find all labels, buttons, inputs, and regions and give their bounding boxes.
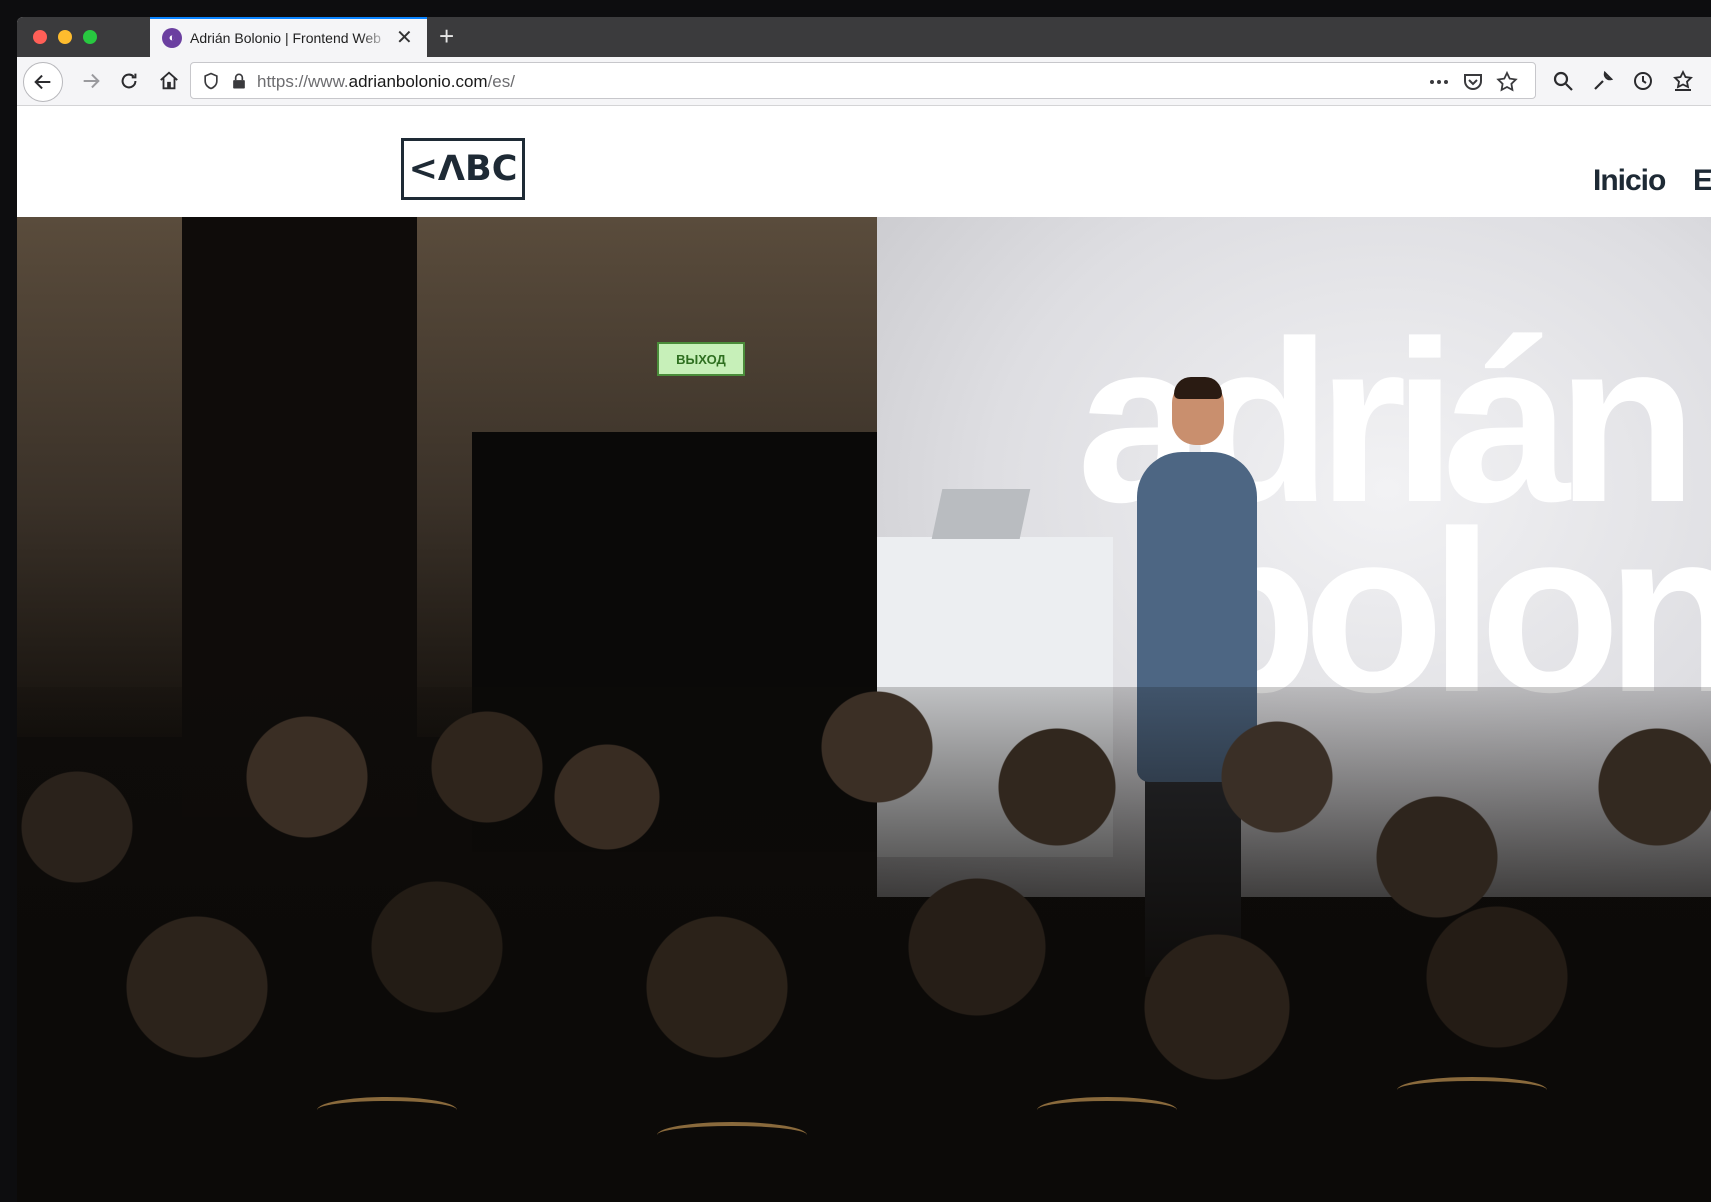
minimize-window-button[interactable] <box>58 30 72 44</box>
tab-active[interactable]: ◐ Adrián Bolonio | Frontend Web ✕ <box>150 17 427 57</box>
url-prefix: https://www. <box>257 72 349 91</box>
audience-seat <box>317 1097 457 1123</box>
tab-strip: ◐ Adrián Bolonio | Frontend Web ✕ + <box>17 17 1711 57</box>
audience-seat <box>1037 1097 1177 1123</box>
maximize-window-button[interactable] <box>83 30 97 44</box>
reload-button[interactable] <box>113 65 145 97</box>
url-path: /es/ <box>487 72 515 91</box>
speaker-figure <box>1174 377 1222 399</box>
forward-button[interactable] <box>75 65 107 97</box>
hero-audience <box>17 687 1711 1202</box>
audience-seat <box>1397 1077 1547 1103</box>
browser-window: ◐ Adrián Bolonio | Frontend Web ✕ + http… <box>17 17 1711 1202</box>
nav-link-truncated[interactable]: E <box>1693 164 1711 198</box>
url-domain: adrianbolonio.com <box>348 72 488 91</box>
close-window-button[interactable] <box>33 30 47 44</box>
site-header: <ΛBC Inicio E <box>17 106 1711 217</box>
url-bar[interactable]: https://www.adrianbolonio.com/es/ <box>190 62 1536 99</box>
pocket-icon[interactable] <box>1461 70 1485 94</box>
history-icon[interactable] <box>1631 69 1655 93</box>
url-text[interactable]: https://www.adrianbolonio.com/es/ <box>257 72 515 92</box>
bookmark-star-icon[interactable] <box>1495 70 1519 94</box>
hero-laptop <box>931 489 1031 539</box>
nav-link-inicio[interactable]: Inicio <box>1593 164 1666 198</box>
back-button[interactable] <box>23 62 63 102</box>
navigation-toolbar: https://www.adrianbolonio.com/es/ <box>17 57 1711 106</box>
tab-title: Adrián Bolonio | Frontend Web <box>190 30 381 46</box>
search-icon[interactable] <box>1551 69 1575 93</box>
globe-icon: ◐ <box>162 28 182 48</box>
library-icon[interactable] <box>1671 69 1695 93</box>
hero-section: ВЫХОД adrián bolon <box>17 217 1711 1202</box>
home-button[interactable] <box>153 65 185 97</box>
back-icon <box>34 74 51 90</box>
site-logo[interactable]: <ΛBC <box>401 138 525 200</box>
exit-sign: ВЫХОД <box>657 342 745 376</box>
new-tab-button[interactable]: + <box>439 23 454 49</box>
close-icon[interactable]: ✕ <box>396 28 413 48</box>
lock-icon[interactable] <box>229 71 249 91</box>
shield-icon[interactable] <box>201 71 221 91</box>
wrench-icon[interactable] <box>1591 69 1615 93</box>
more-icon[interactable] <box>1427 70 1451 94</box>
reload-icon <box>121 73 137 89</box>
forward-icon <box>83 73 100 89</box>
audience-seat <box>657 1122 807 1148</box>
home-icon <box>160 71 178 90</box>
